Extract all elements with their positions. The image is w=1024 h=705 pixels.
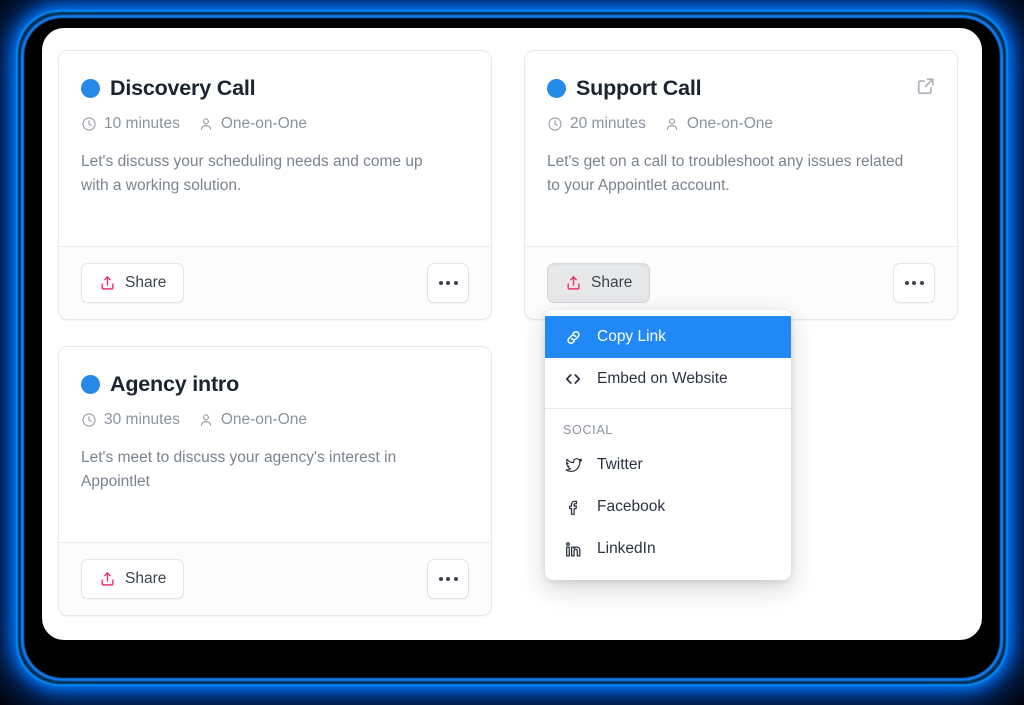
share-button[interactable]: Share bbox=[81, 263, 185, 303]
menu-item-copy-link[interactable]: Copy Link bbox=[545, 316, 791, 358]
twitter-icon bbox=[563, 455, 583, 475]
duration-label: 20 minutes bbox=[570, 114, 646, 132]
link-chain-icon bbox=[563, 327, 583, 347]
external-link-icon[interactable] bbox=[915, 75, 937, 97]
share-button[interactable]: Share bbox=[547, 263, 651, 303]
meta-meeting-type: One-on-One bbox=[198, 115, 307, 133]
event-card-discovery-call[interactable]: Discovery Call 10 minutes One-on-One Let… bbox=[58, 50, 492, 320]
ellipsis-icon bbox=[438, 281, 443, 285]
card-meta: 10 minutes One-on-One bbox=[81, 115, 469, 133]
event-card-support-call[interactable]: Support Call 20 minutes One-on-One Let's… bbox=[524, 50, 958, 320]
status-dot-icon bbox=[547, 79, 566, 99]
card-description: Let's meet to discuss your agency's inte… bbox=[81, 448, 397, 490]
more-options-button[interactable] bbox=[427, 559, 469, 599]
status-dot-icon bbox=[81, 375, 100, 395]
share-button-label: Share bbox=[125, 274, 167, 291]
ellipsis-icon bbox=[438, 577, 443, 581]
menu-section-label-social: SOCIAL bbox=[563, 423, 614, 437]
card-meta: 20 minutes One-on-One bbox=[547, 115, 935, 133]
meta-duration: 10 minutes bbox=[81, 115, 180, 133]
meta-duration: 20 minutes bbox=[547, 115, 646, 133]
meta-meeting-type: One-on-One bbox=[664, 115, 773, 133]
meta-duration: 30 minutes bbox=[81, 411, 180, 429]
menu-item-label: Twitter bbox=[597, 456, 643, 473]
share-button-label: Share bbox=[591, 274, 633, 291]
meeting-type-label: One-on-One bbox=[686, 114, 773, 132]
card-description: Let's get on a call to troubleshoot any … bbox=[547, 152, 904, 194]
duration-label: 30 minutes bbox=[104, 410, 180, 428]
meta-meeting-type: One-on-One bbox=[198, 411, 307, 429]
more-options-button[interactable] bbox=[893, 263, 935, 303]
facebook-icon bbox=[563, 497, 583, 517]
event-card-agency-intro[interactable]: Agency intro 30 minutes One-on-One Let's… bbox=[58, 346, 492, 616]
card-footer: Share bbox=[525, 246, 957, 319]
menu-item-label: Facebook bbox=[597, 498, 666, 515]
ellipsis-icon bbox=[446, 577, 450, 581]
duration-label: 10 minutes bbox=[104, 114, 180, 132]
clock-icon bbox=[81, 412, 97, 428]
card-footer: Share bbox=[59, 246, 491, 319]
card-title: Support Call bbox=[576, 76, 702, 100]
card-footer: Share bbox=[59, 542, 491, 615]
card-title: Discovery Call bbox=[110, 76, 256, 100]
share-button[interactable]: Share bbox=[81, 559, 185, 599]
share-upload-icon bbox=[99, 570, 116, 588]
card-meta: 30 minutes One-on-One bbox=[81, 411, 469, 429]
share-button-label: Share bbox=[125, 570, 167, 587]
ellipsis-icon bbox=[453, 281, 458, 285]
menu-item-embed-on-website[interactable]: Embed on Website bbox=[545, 358, 791, 400]
card-body: Support Call 20 minutes One-on-One Let's… bbox=[525, 51, 957, 246]
menu-item-label: Copy Link bbox=[597, 328, 666, 345]
card-body: Discovery Call 10 minutes One-on-One Let… bbox=[59, 51, 491, 246]
card-description: Let's discuss your scheduling needs and … bbox=[81, 152, 423, 194]
menu-item-linkedin[interactable]: LinkedIn bbox=[545, 528, 791, 570]
card-title-row: Agency intro bbox=[81, 372, 469, 397]
person-icon bbox=[198, 412, 214, 428]
card-title-row: Support Call bbox=[547, 76, 935, 101]
card-title-row: Discovery Call bbox=[81, 76, 469, 101]
code-brackets-icon bbox=[563, 369, 583, 389]
event-card-grid: Discovery Call 10 minutes One-on-One Let… bbox=[58, 50, 966, 616]
share-upload-icon bbox=[565, 274, 582, 292]
share-dropdown-menu: Copy Link Embed on Website SOCIAL Twitte… bbox=[545, 310, 791, 580]
linkedin-icon bbox=[563, 539, 583, 559]
card-body: Agency intro 30 minutes One-on-One Let's… bbox=[59, 347, 491, 542]
ellipsis-icon bbox=[446, 281, 450, 285]
meeting-type-label: One-on-One bbox=[220, 410, 307, 428]
clock-icon bbox=[81, 116, 97, 132]
share-upload-icon bbox=[99, 274, 116, 292]
menu-item-twitter[interactable]: Twitter bbox=[545, 444, 791, 486]
more-options-button[interactable] bbox=[427, 263, 469, 303]
meeting-type-label: One-on-One bbox=[220, 114, 307, 132]
menu-item-label: Embed on Website bbox=[597, 370, 728, 387]
status-dot-icon bbox=[81, 79, 100, 99]
ellipsis-icon bbox=[904, 281, 909, 285]
person-icon bbox=[664, 116, 680, 132]
app-panel: Discovery Call 10 minutes One-on-One Let… bbox=[42, 28, 982, 640]
clock-icon bbox=[547, 116, 563, 132]
ellipsis-icon bbox=[453, 577, 458, 581]
person-icon bbox=[198, 116, 214, 132]
ellipsis-icon bbox=[919, 281, 924, 285]
menu-item-label: LinkedIn bbox=[597, 540, 656, 557]
menu-item-facebook[interactable]: Facebook bbox=[545, 486, 791, 528]
ellipsis-icon bbox=[912, 281, 916, 285]
card-title: Agency intro bbox=[110, 372, 240, 396]
